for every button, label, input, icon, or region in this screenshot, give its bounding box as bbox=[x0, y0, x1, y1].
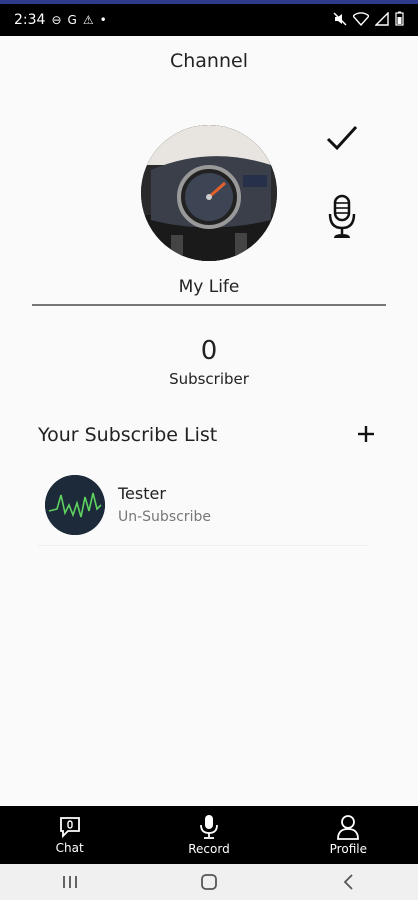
subscriber-count: 0 bbox=[200, 336, 218, 366]
bottom-navigation: Chat Record Profile bbox=[0, 806, 418, 864]
nav-profile-label: Profile bbox=[329, 842, 367, 856]
speedometer-photo bbox=[141, 125, 277, 261]
status-time: 2:34 bbox=[14, 12, 46, 28]
subscriber-label: Subscriber bbox=[169, 370, 249, 388]
save-check-button[interactable] bbox=[322, 118, 362, 158]
channel-name-input[interactable] bbox=[32, 270, 386, 306]
channel-avatar[interactable] bbox=[141, 125, 277, 261]
recents-icon bbox=[62, 876, 77, 888]
subscription-name: Tester bbox=[118, 484, 166, 503]
wifi-icon bbox=[352, 11, 370, 29]
check-icon bbox=[326, 125, 358, 151]
battery-icon bbox=[395, 11, 404, 29]
system-navigation-bar bbox=[0, 864, 418, 900]
microphone-icon bbox=[200, 815, 218, 839]
back-button[interactable] bbox=[318, 864, 378, 900]
add-subscription-button[interactable] bbox=[350, 418, 382, 450]
nav-chat[interactable]: Chat bbox=[0, 806, 139, 864]
person-icon bbox=[337, 815, 360, 840]
avatar bbox=[45, 475, 105, 535]
nav-record-label: Record bbox=[188, 842, 230, 856]
nav-profile[interactable]: Profile bbox=[279, 806, 418, 864]
recent-apps-button[interactable] bbox=[40, 864, 100, 900]
mute-icon bbox=[333, 11, 347, 29]
plus-icon bbox=[358, 426, 374, 442]
nav-chat-label: Chat bbox=[55, 841, 84, 855]
subscribe-list-title: Your Subscribe List bbox=[38, 424, 218, 446]
page-title: Channel bbox=[169, 50, 248, 72]
waveform-thumbnail bbox=[45, 475, 105, 535]
status-bar: 2:34 ⊖ G ⚠ • bbox=[0, 4, 418, 36]
unsubscribe-link[interactable]: Un-Subscribe bbox=[118, 509, 211, 525]
microphone-icon bbox=[328, 194, 356, 238]
dot-icon: • bbox=[99, 13, 107, 27]
chat-icon bbox=[59, 817, 80, 839]
g-icon: G bbox=[67, 13, 77, 27]
home-button[interactable] bbox=[179, 864, 239, 900]
list-item[interactable]: Tester Un-Subscribe bbox=[38, 470, 368, 546]
back-icon bbox=[344, 874, 353, 890]
signal-icon bbox=[374, 10, 389, 29]
nav-record[interactable]: Record bbox=[139, 806, 278, 864]
home-icon bbox=[201, 874, 217, 890]
record-mic-button[interactable] bbox=[322, 192, 362, 242]
circle-icon: ⊖ bbox=[51, 13, 62, 27]
warning-icon: ⚠ bbox=[82, 13, 94, 27]
